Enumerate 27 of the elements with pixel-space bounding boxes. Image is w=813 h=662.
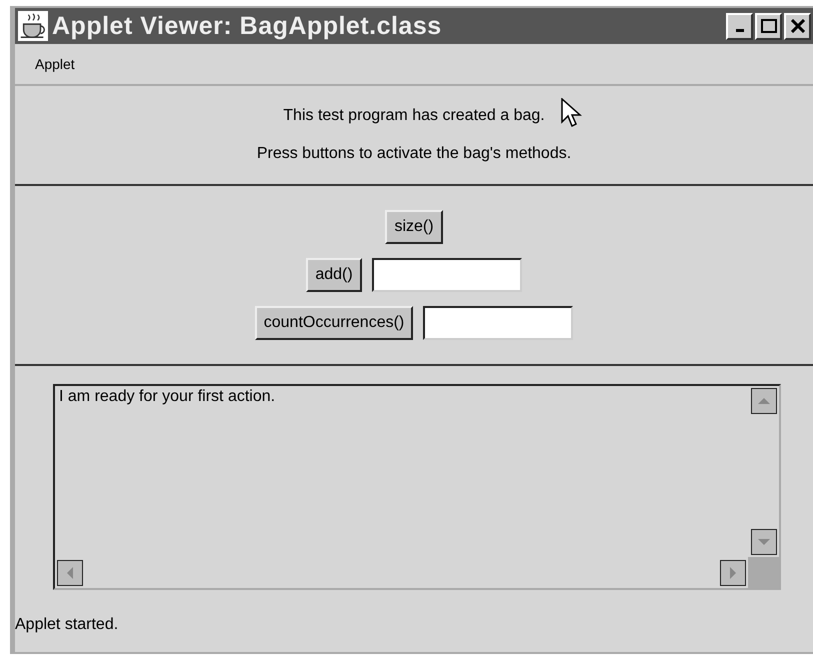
instruction-text: This test program has created a bag.: [283, 107, 545, 125]
method-button[interactable]: add(): [306, 258, 362, 292]
scrollbar-corner: [748, 557, 779, 588]
minimize-button[interactable]: [726, 12, 753, 40]
input-field[interactable]: [423, 306, 574, 340]
scroll-right-icon[interactable]: [720, 560, 746, 586]
minimize-icon: [736, 29, 744, 32]
close-button[interactable]: [784, 12, 811, 40]
coffee-cup-icon: [18, 11, 48, 41]
scroll-up-icon[interactable]: [750, 388, 776, 414]
mouse-pointer-icon: [561, 98, 583, 130]
menu-item[interactable]: Applet: [35, 56, 75, 72]
method-button[interactable]: size(): [385, 210, 443, 244]
method-button[interactable]: countOccurrences(): [254, 306, 414, 340]
maximize-icon: [760, 19, 776, 33]
output-text: I am ready for your first action.: [59, 388, 276, 405]
scroll-down-icon[interactable]: [750, 529, 776, 555]
status-text: Applet started.: [15, 616, 118, 633]
window-title: Applet Viewer: BagApplet.class: [52, 12, 443, 40]
output-text-area[interactable]: I am ready for your first action.: [53, 384, 781, 590]
close-icon: [790, 19, 804, 33]
input-field[interactable]: [372, 258, 522, 292]
scroll-left-icon[interactable]: [57, 560, 83, 586]
vertical-scrollbar[interactable]: [748, 386, 779, 557]
maximize-button[interactable]: [755, 12, 782, 40]
instruction-text: Press buttons to activate the bag's methods.: [256, 145, 572, 163]
horizontal-scrollbar[interactable]: [55, 557, 748, 588]
